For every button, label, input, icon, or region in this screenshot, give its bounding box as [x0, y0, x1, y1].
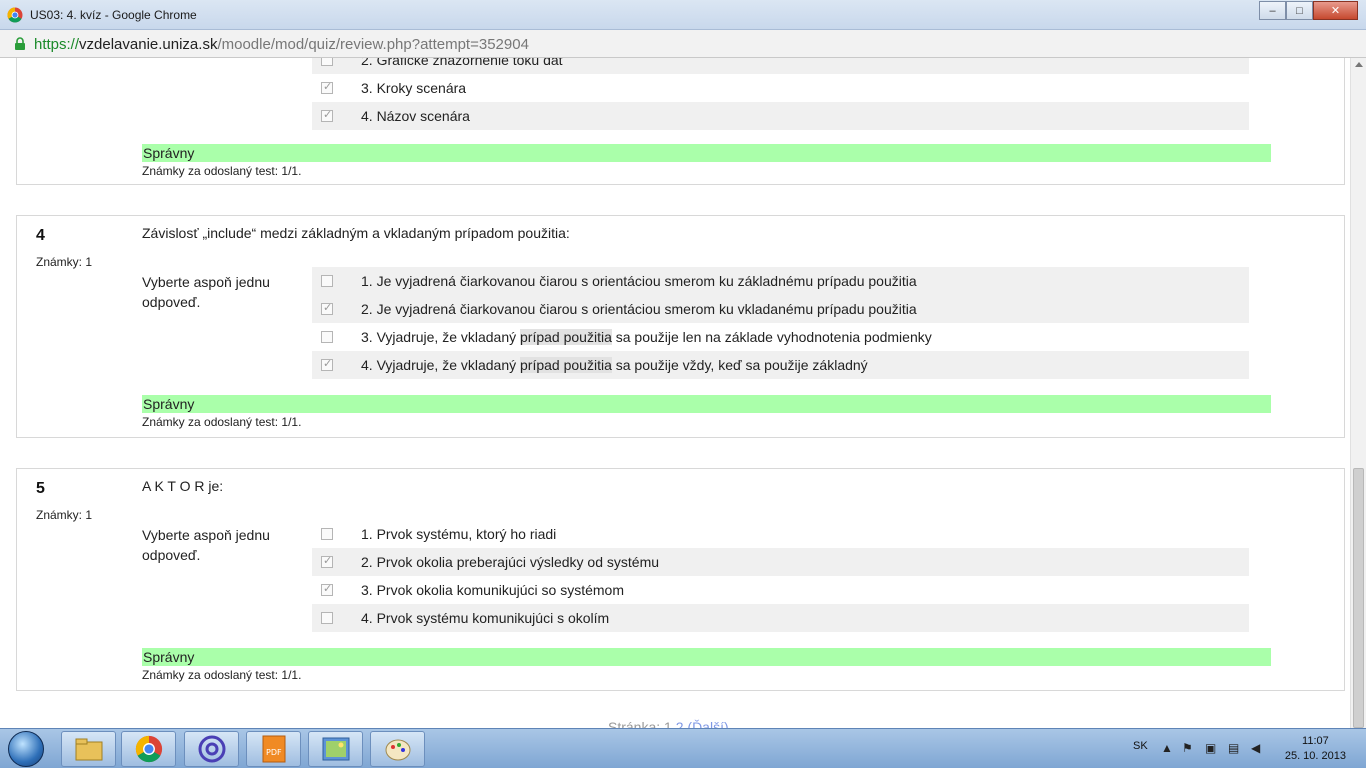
- question-4: 4 Známky: 1 Závislosť „include“ medzi zá…: [16, 215, 1345, 438]
- address-bar[interactable]: https://vzdelavanie.uniza.sk/moodle/mod/…: [0, 30, 1366, 58]
- answer-label: 3. Kroky scenára: [361, 80, 467, 96]
- show-hidden-icons-icon[interactable]: ▲: [1161, 741, 1173, 755]
- marks-text: Známky za odoslaný test: 1/1.: [142, 668, 302, 682]
- system-tray: SK ▲ ⚑ ▣ ▤ ◀ 11:07 25. 10. 2013: [1126, 729, 1366, 768]
- answer-option[interactable]: 2. Grafické znázornenie toku dát: [312, 58, 1249, 74]
- answer-label: 3. Vyjadruje, že vkladaný prípad použiti…: [361, 329, 932, 345]
- page-2-link[interactable]: 2: [676, 719, 684, 728]
- marks-text: Známky za odoslaný test: 1/1.: [142, 164, 302, 178]
- answer-checkbox: [321, 528, 333, 540]
- answer-checkbox: [321, 554, 333, 568]
- answer-checkbox: [321, 58, 333, 66]
- maximize-button[interactable]: □: [1286, 1, 1313, 20]
- answer-checkbox: [321, 301, 333, 315]
- volume-icon[interactable]: ◀: [1251, 741, 1260, 755]
- page-1: 1: [664, 719, 672, 728]
- answer-checkbox: [321, 108, 333, 122]
- answer-label: 4. Vyjadruje, že vkladaný prípad použiti…: [361, 357, 868, 373]
- answer-option[interactable]: 1. Prvok systému, ktorý ho riadi: [312, 520, 1249, 548]
- file-explorer-icon[interactable]: [61, 731, 116, 767]
- page-content: 2. Grafické znázornenie toku dát 3. Krok…: [0, 58, 1350, 728]
- action-center-flag-icon[interactable]: ⚑: [1182, 741, 1193, 755]
- lock-icon: [15, 37, 25, 50]
- next-page-link[interactable]: (Ďalší): [687, 719, 728, 728]
- url-path: /moodle/mod/quiz/review.php?attempt=3529…: [217, 36, 529, 53]
- answer-prompt: Vyberte aspoň jednu odpoveď.: [142, 274, 270, 310]
- answer-list: 2. Grafické znázornenie toku dát 3. Krok…: [312, 58, 1249, 130]
- clock-date: 25. 10. 2013: [1284, 750, 1346, 762]
- image-viewer-icon[interactable]: [308, 731, 363, 767]
- outcome-correct: Správny: [142, 144, 1271, 162]
- answer-label: 1. Je vyjadrená čiarkovanou čiarou s ori…: [361, 273, 917, 289]
- svg-text:PDF: PDF: [266, 748, 282, 757]
- minimize-button[interactable]: ‒: [1259, 1, 1286, 20]
- url-scheme: https://: [34, 36, 80, 53]
- answer-option[interactable]: 2. Je vyjadrená čiarkovanou čiarou s ori…: [312, 295, 1249, 323]
- answer-option[interactable]: 3. Prvok okolia komunikujúci so systémom: [312, 576, 1249, 604]
- answer-option[interactable]: 3. Kroky scenára: [312, 74, 1249, 102]
- answer-label: 2. Grafické znázornenie toku dát: [361, 58, 563, 68]
- scrollbar-thumb[interactable]: [1353, 468, 1364, 728]
- outcome-correct: Správny: [142, 395, 1271, 413]
- pager-label: Stránka:: [608, 719, 661, 728]
- pdf-icon[interactable]: PDF: [246, 731, 301, 767]
- outcome-correct: Správny: [142, 648, 1271, 666]
- vertical-scrollbar[interactable]: [1350, 58, 1366, 728]
- answer-label: 3. Prvok okolia komunikujúci so systémom: [361, 582, 624, 598]
- answer-label: 1. Prvok systému, ktorý ho riadi: [361, 526, 557, 542]
- marks-text: Známky za odoslaný test: 1/1.: [142, 415, 302, 429]
- chrome-icon[interactable]: [121, 731, 176, 767]
- answer-option[interactable]: 4. Názov scenára: [312, 102, 1249, 130]
- question-number: 5: [36, 480, 45, 497]
- device-icon[interactable]: ▣: [1205, 741, 1216, 755]
- window-controls: ‒ □ ✕: [1259, 1, 1358, 20]
- app-icon[interactable]: [184, 731, 239, 767]
- answer-checkbox: [321, 275, 333, 287]
- answer-option[interactable]: 1. Je vyjadrená čiarkovanou čiarou s ori…: [312, 267, 1249, 295]
- close-button[interactable]: ✕: [1313, 1, 1358, 20]
- answer-option[interactable]: 4. Prvok systému komunikujúci s okolím: [312, 604, 1249, 632]
- pagination: Stránka: 1 2 (Ďalší): [608, 719, 729, 728]
- answer-label: 4. Prvok systému komunikujúci s okolím: [361, 610, 610, 626]
- language-indicator[interactable]: SK: [1133, 740, 1148, 752]
- url-host: vzdelavanie.uniza.sk: [79, 36, 218, 53]
- question-text: A K T O R je:: [142, 478, 224, 494]
- paint-icon[interactable]: [370, 731, 425, 767]
- question-3: 2. Grafické znázornenie toku dát 3. Krok…: [16, 58, 1345, 185]
- answer-option[interactable]: 2. Prvok okolia preberajúci výsledky od …: [312, 548, 1249, 576]
- url-text[interactable]: https://vzdelavanie.uniza.sk/moodle/mod/…: [34, 36, 529, 53]
- answer-list: 1. Je vyjadrená čiarkovanou čiarou s ori…: [312, 267, 1249, 379]
- answer-checkbox: [321, 331, 333, 343]
- answer-checkbox: [321, 582, 333, 596]
- answer-checkbox: [321, 612, 333, 624]
- highlight: prípad použitia: [520, 329, 612, 345]
- network-icon[interactable]: ▤: [1228, 741, 1239, 755]
- answer-label: 4. Názov scenára: [361, 108, 470, 124]
- question-grade: Známky: 1: [36, 508, 93, 522]
- taskbar: PDF SK ▲ ⚑ ▣ ▤ ◀ 11:07 25. 10. 2013: [0, 728, 1366, 768]
- window-titlebar: US03: 4. kvíz - Google Chrome ‒ □ ✕: [0, 0, 1366, 30]
- scroll-up-arrow-icon[interactable]: [1355, 62, 1363, 67]
- answer-prompt: Vyberte aspoň jednu odpoveď.: [142, 527, 270, 563]
- answer-checkbox: [321, 80, 333, 94]
- windows-logo-icon: [8, 731, 44, 767]
- clock-time: 11:07: [1302, 735, 1329, 747]
- answer-option[interactable]: 3. Vyjadruje, že vkladaný prípad použiti…: [312, 323, 1249, 351]
- start-button[interactable]: [2, 730, 52, 768]
- question-5: 5 Známky: 1 A K T O R je: Vyberte aspoň …: [16, 468, 1345, 691]
- clock[interactable]: 11:07 25. 10. 2013: [1285, 734, 1346, 764]
- question-text: Závislosť „include“ medzi základným a vk…: [142, 225, 570, 241]
- answer-label: 2. Prvok okolia preberajúci výsledky od …: [361, 554, 660, 570]
- answer-checkbox: [321, 357, 333, 371]
- chrome-logo-icon: [7, 7, 23, 23]
- highlight: prípad použitia: [520, 357, 612, 373]
- question-grade: Známky: 1: [36, 255, 93, 269]
- answer-option[interactable]: 4. Vyjadruje, že vkladaný prípad použiti…: [312, 351, 1249, 379]
- window-title: US03: 4. kvíz - Google Chrome: [30, 8, 197, 22]
- question-number: 4: [36, 227, 45, 244]
- answer-label: 2. Je vyjadrená čiarkovanou čiarou s ori…: [361, 301, 917, 317]
- answer-list: 1. Prvok systému, ktorý ho riadi 2. Prvo…: [312, 520, 1249, 632]
